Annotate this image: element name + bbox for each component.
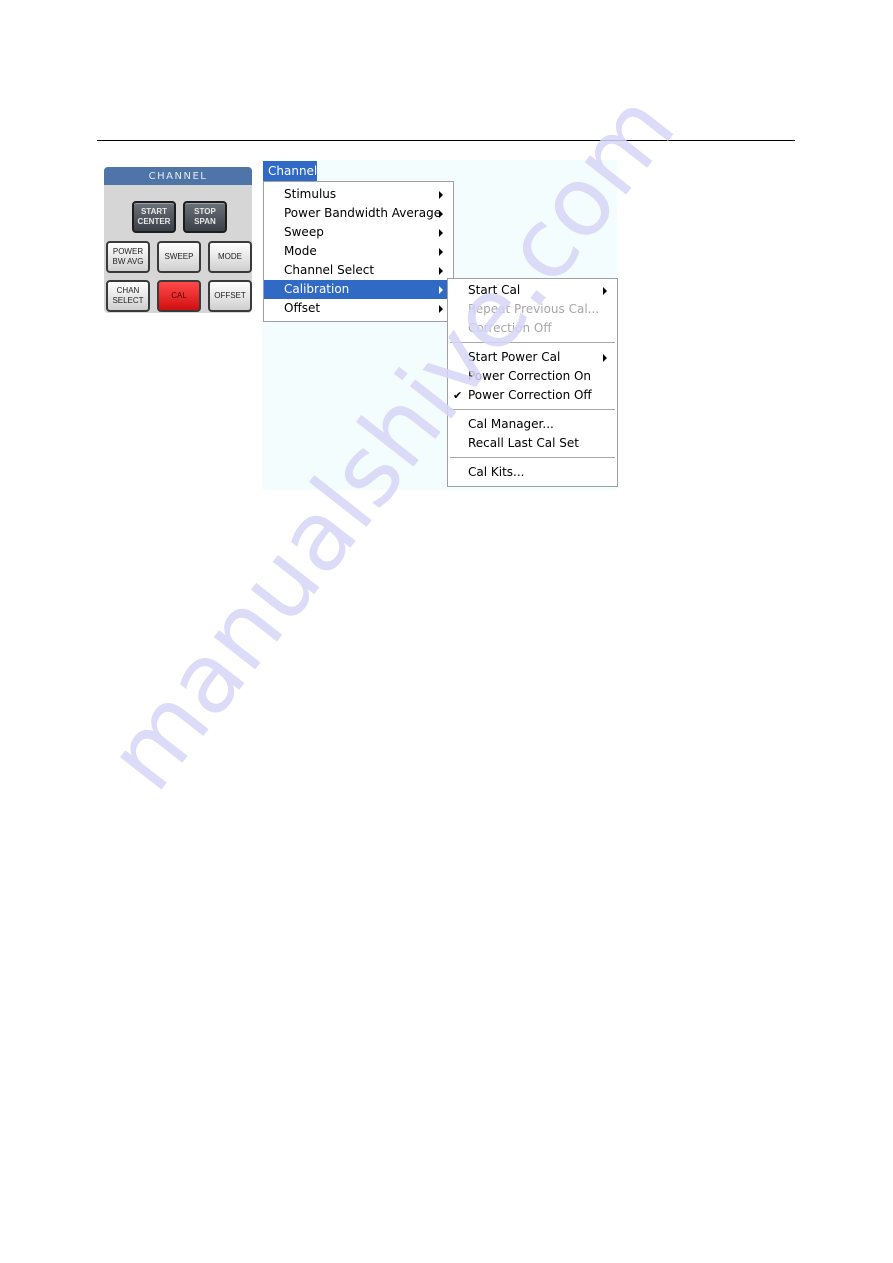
cal-key[interactable]: CAL [157, 280, 201, 312]
start-center-key[interactable]: START CENTER [132, 201, 176, 233]
menu-item-label: Recall Last Cal Set [468, 436, 580, 450]
menu-item-label: Repeat Previous Cal... [468, 302, 600, 316]
submenu-arrow-icon [439, 229, 443, 237]
sweep-key[interactable]: SWEEP [157, 241, 201, 273]
submenu-arrow-icon [439, 191, 443, 199]
menu-item-power-bandwidth-average[interactable]: Power Bandwidth Average [264, 204, 453, 223]
menu-item-correction-off: Correction Off [448, 319, 617, 338]
menu-item-label: Sweep [284, 225, 324, 239]
submenu-arrow-icon [439, 210, 443, 218]
mode-key[interactable]: MODE [208, 241, 252, 273]
checkmark-icon: ✔ [453, 389, 463, 402]
panel-title: CHANNEL [104, 167, 252, 185]
submenu-arrow-icon [439, 305, 443, 313]
menu-item-offset[interactable]: Offset [264, 299, 453, 318]
menu-item-cal-manager[interactable]: Cal Manager... [448, 415, 617, 434]
offset-key[interactable]: OFFSET [208, 280, 252, 312]
menu-item-repeat-previous-cal: Repeat Previous Cal... [448, 300, 617, 319]
menu-item-calibration[interactable]: Calibration [264, 280, 453, 299]
menu-item-power-correction-off[interactable]: ✔ Power Correction Off [448, 386, 617, 405]
channel-menu: Stimulus Power Bandwidth Average Sweep M… [263, 181, 454, 322]
submenu-arrow-icon [603, 354, 607, 362]
menubar-channel[interactable]: Channel [263, 161, 317, 181]
menu-item-label: Calibration [284, 282, 350, 296]
menu-item-label: Stimulus [284, 187, 337, 201]
menu-item-cal-kits[interactable]: Cal Kits... [448, 463, 617, 482]
menu-item-start-power-cal[interactable]: Start Power Cal [448, 348, 617, 367]
menu-item-label: Mode [284, 244, 317, 258]
menu-item-power-correction-on[interactable]: Power Correction On [448, 367, 617, 386]
submenu-arrow-icon [439, 248, 443, 256]
chan-select-key[interactable]: CHAN SELECT [106, 280, 150, 312]
menu-item-label: Correction Off [468, 321, 552, 335]
menu-item-label: Cal Manager... [468, 417, 554, 431]
menu-item-stimulus[interactable]: Stimulus [264, 185, 453, 204]
calibration-submenu: Start Cal Repeat Previous Cal... Correct… [447, 278, 618, 487]
menu-item-label: Power Bandwidth Average [284, 206, 442, 220]
menu-item-label: Start Cal [468, 283, 521, 297]
menu-separator [450, 342, 615, 343]
submenu-arrow-icon [603, 287, 607, 295]
menu-item-mode[interactable]: Mode [264, 242, 453, 261]
submenu-arrow-icon [439, 267, 443, 275]
power-bw-avg-key[interactable]: POWER BW AVG [106, 241, 150, 273]
menu-item-label: Power Correction On [468, 369, 592, 383]
menu-item-sweep[interactable]: Sweep [264, 223, 453, 242]
submenu-arrow-icon [439, 286, 443, 294]
menu-item-start-cal[interactable]: Start Cal [448, 281, 617, 300]
menu-item-label: Start Power Cal [468, 350, 561, 364]
menu-item-label: Channel Select [284, 263, 375, 277]
menu-separator [450, 457, 615, 458]
menu-separator [450, 409, 615, 410]
menu-item-recall-last-cal-set[interactable]: Recall Last Cal Set [448, 434, 617, 453]
stop-span-key[interactable]: STOP SPAN [183, 201, 227, 233]
menu-item-label: Offset [284, 301, 321, 315]
page-header-rule [97, 140, 795, 141]
menu-item-label: Cal Kits... [468, 465, 525, 479]
menu-item-channel-select[interactable]: Channel Select [264, 261, 453, 280]
menu-item-label: Power Correction Off [468, 388, 592, 402]
channel-key-panel: CHANNEL START CENTER STOP SPAN POWER BW … [104, 167, 252, 313]
